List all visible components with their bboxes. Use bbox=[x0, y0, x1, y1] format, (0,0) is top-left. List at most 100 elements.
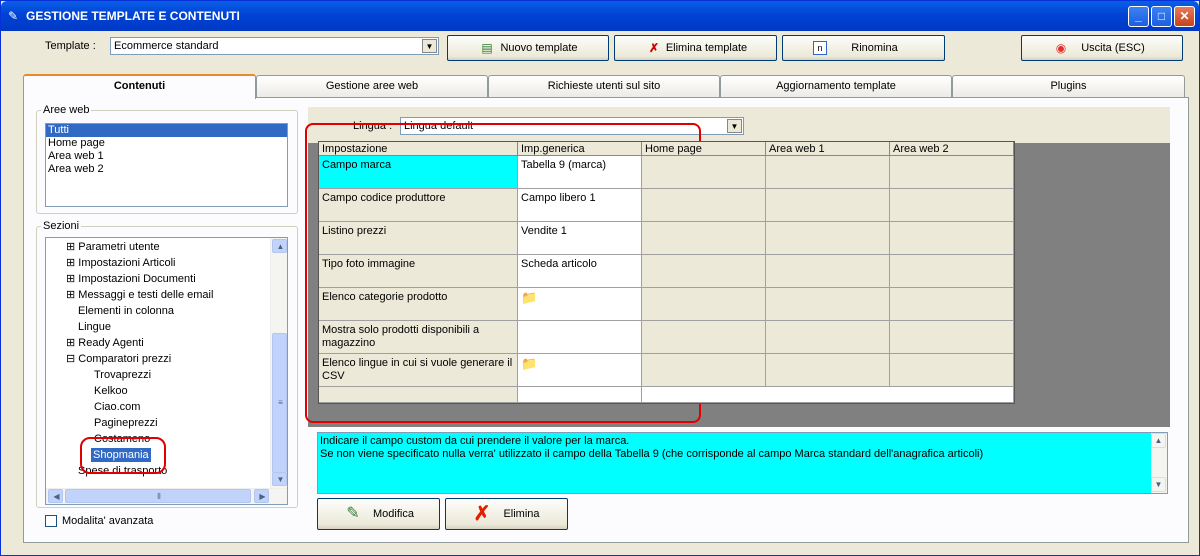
settings-grid[interactable]: Impostazione Imp.generica Home page Area… bbox=[318, 141, 1015, 404]
template-select[interactable]: Ecommerce standard ▼ bbox=[110, 37, 439, 55]
tree-item: ⊞ Messaggi e testi delle email bbox=[66, 289, 214, 301]
rename-label: Rinomina bbox=[851, 42, 898, 54]
scroll-up-icon[interactable]: ▲ bbox=[1151, 433, 1166, 448]
scroll-down-icon[interactable]: ▼ bbox=[272, 472, 287, 486]
app-icon: ✎ bbox=[8, 9, 19, 23]
window-title: GESTIONE TEMPLATE E CONTENUTI bbox=[26, 9, 240, 23]
grid-cell-empty bbox=[518, 387, 642, 403]
grid-cell-value[interactable]: 📁 bbox=[518, 288, 642, 321]
tree-item: ⊞ Parametri utente bbox=[66, 241, 160, 253]
tree-item: ⊞ Impostazioni Documenti bbox=[66, 273, 196, 285]
expand-icon[interactable]: ⊞ bbox=[66, 257, 78, 269]
grid-cell-value[interactable]: Tabella 9 (marca) bbox=[518, 156, 642, 189]
description-line: Se non viene specificato nulla verra' ut… bbox=[320, 448, 984, 460]
column-header[interactable]: Imp.generica bbox=[518, 142, 642, 156]
sezioni-label: Sezioni bbox=[41, 220, 82, 232]
tab-aggiornamento-template[interactable]: Aggiornamento template bbox=[720, 75, 952, 97]
scroll-right-icon[interactable]: ▶ bbox=[254, 489, 269, 503]
column-header[interactable]: Area web 1 bbox=[766, 142, 890, 156]
grid-cell-setting[interactable]: Mostra solo prodotti disponibili a magaz… bbox=[319, 321, 518, 354]
tab-richieste-utenti[interactable]: Richieste utenti sul sito bbox=[488, 75, 720, 97]
modify-button[interactable]: ✎ Modifica bbox=[317, 498, 440, 530]
tree-item[interactable]: Elementi in colonna bbox=[76, 304, 174, 318]
sezioni-group: Sezioni ⊞ Parametri utente ⊞ Impostazion… bbox=[36, 220, 298, 508]
tree-item[interactable]: Pagineprezzi bbox=[92, 416, 158, 430]
rename-button[interactable]: n Rinomina bbox=[782, 35, 945, 61]
folder-icon[interactable]: 📁 bbox=[521, 290, 537, 305]
close-button[interactable]: ✕ bbox=[1174, 6, 1195, 27]
list-item[interactable]: Area web 2 bbox=[46, 163, 287, 176]
aree-web-label: Aree web bbox=[41, 104, 92, 116]
horizontal-scrollbar[interactable]: ◀ ⦀ ▶ bbox=[46, 488, 287, 504]
description-box[interactable]: Indicare il campo custom da cui prendere… bbox=[317, 432, 1168, 494]
column-header[interactable]: Impostazione bbox=[319, 142, 518, 156]
aree-web-list[interactable]: Tutti Home page Area web 1 Area web 2 bbox=[45, 123, 288, 207]
grid-column-area2[interactable] bbox=[890, 156, 1014, 387]
list-item[interactable]: Tutti bbox=[46, 124, 287, 137]
grid-cell-value[interactable] bbox=[518, 321, 642, 354]
tab-plugins[interactable]: Plugins bbox=[952, 75, 1185, 97]
main-window: ✎ GESTIONE TEMPLATE E CONTENUTI _ □ ✕ Te… bbox=[0, 0, 1200, 556]
scroll-thumb[interactable]: ≡ bbox=[272, 333, 287, 473]
modalita-checkbox[interactable] bbox=[45, 515, 57, 527]
grid-cell-setting[interactable]: Elenco categorie prodotto bbox=[319, 288, 518, 321]
column-header[interactable]: Area web 2 bbox=[890, 142, 1014, 156]
chevron-down-icon[interactable]: ▼ bbox=[422, 39, 437, 53]
tree-item: ⊞ Ready Agenti bbox=[66, 337, 144, 349]
title-bar[interactable]: ✎ GESTIONE TEMPLATE E CONTENUTI _ □ ✕ bbox=[1, 1, 1199, 31]
list-item[interactable]: Area web 1 bbox=[46, 150, 287, 163]
exit-label: Uscita (ESC) bbox=[1081, 42, 1145, 54]
scroll-up-icon[interactable]: ▲ bbox=[272, 239, 287, 253]
tree-item[interactable]: Trovaprezzi bbox=[92, 368, 151, 382]
collapse-icon[interactable]: ⊟ bbox=[66, 353, 78, 365]
tab-gestione-aree-web[interactable]: Gestione aree web bbox=[256, 75, 488, 97]
delete-button[interactable]: ✗ Elimina bbox=[445, 498, 568, 530]
tab-contenuti[interactable]: Contenuti bbox=[23, 74, 256, 99]
grid-cell-empty bbox=[319, 387, 518, 403]
grid-cell-value[interactable]: Vendite 1 bbox=[518, 222, 642, 255]
grid-cell-value[interactable]: Scheda articolo bbox=[518, 255, 642, 288]
tree-item: ⊟ Comparatori prezzi bbox=[66, 353, 172, 365]
grid-cell-value[interactable]: Campo libero 1 bbox=[518, 189, 642, 222]
tree-item[interactable]: Kelkoo bbox=[92, 384, 128, 398]
delete-template-button[interactable]: ✗ Elimina template bbox=[614, 35, 777, 61]
expand-icon[interactable]: ⊞ bbox=[66, 337, 78, 349]
grid-column-area1[interactable] bbox=[766, 156, 890, 387]
grid-cell-setting[interactable]: Campo marca bbox=[319, 156, 518, 189]
grid-cell-setting[interactable]: Listino prezzi bbox=[319, 222, 518, 255]
expand-icon[interactable]: ⊞ bbox=[66, 289, 78, 301]
scroll-down-icon[interactable]: ▼ bbox=[1151, 477, 1166, 492]
aree-web-group: Aree web Tutti Home page Area web 1 Area… bbox=[36, 104, 298, 214]
template-select-value: Ecommerce standard bbox=[114, 40, 219, 52]
expand-icon[interactable]: ⊞ bbox=[66, 273, 78, 285]
annotation-highlight-shopmania bbox=[80, 437, 166, 474]
description-line: Indicare il campo custom da cui prendere… bbox=[320, 435, 630, 447]
grid-column-home[interactable] bbox=[642, 156, 766, 387]
grid-cell-value[interactable]: 📁 bbox=[518, 354, 642, 387]
column-header[interactable]: Home page bbox=[642, 142, 766, 156]
expand-icon[interactable]: ⊞ bbox=[66, 241, 78, 253]
grid-cell-empty bbox=[642, 387, 1014, 403]
h-scroll-thumb[interactable]: ⦀ bbox=[65, 489, 251, 503]
template-label: Template : bbox=[45, 40, 96, 52]
maximize-button[interactable]: □ bbox=[1151, 6, 1172, 27]
grid-cell-setting[interactable]: Campo codice produttore bbox=[319, 189, 518, 222]
list-item[interactable]: Home page bbox=[46, 137, 287, 150]
description-scrollbar[interactable]: ▲ ▼ bbox=[1151, 433, 1167, 493]
grid-cell-setting[interactable]: Tipo foto immagine bbox=[319, 255, 518, 288]
tree-item[interactable]: Ciao.com bbox=[92, 400, 140, 414]
delete-template-label: Elimina template bbox=[665, 42, 748, 54]
new-template-label: Nuovo template bbox=[500, 42, 578, 54]
new-template-button[interactable]: ▤ Nuovo template bbox=[447, 35, 609, 61]
scroll-left-icon[interactable]: ◀ bbox=[48, 489, 63, 503]
exit-button[interactable]: ◉ Uscita (ESC) bbox=[1021, 35, 1183, 61]
tree-item[interactable]: Lingue bbox=[76, 320, 111, 334]
chevron-down-icon[interactable]: ▼ bbox=[727, 119, 742, 133]
tree-item: ⊞ Impostazioni Articoli bbox=[66, 257, 176, 269]
delete-label: Elimina bbox=[503, 508, 540, 520]
vertical-scrollbar[interactable]: ▲ ≡ ▼ bbox=[270, 238, 287, 488]
folder-icon[interactable]: 📁 bbox=[521, 356, 537, 371]
modalita-label: Modalita' avanzata bbox=[62, 515, 154, 527]
minimize-button[interactable]: _ bbox=[1128, 6, 1149, 27]
grid-cell-setting[interactable]: Elenco lingue in cui si vuole generare i… bbox=[319, 354, 518, 387]
